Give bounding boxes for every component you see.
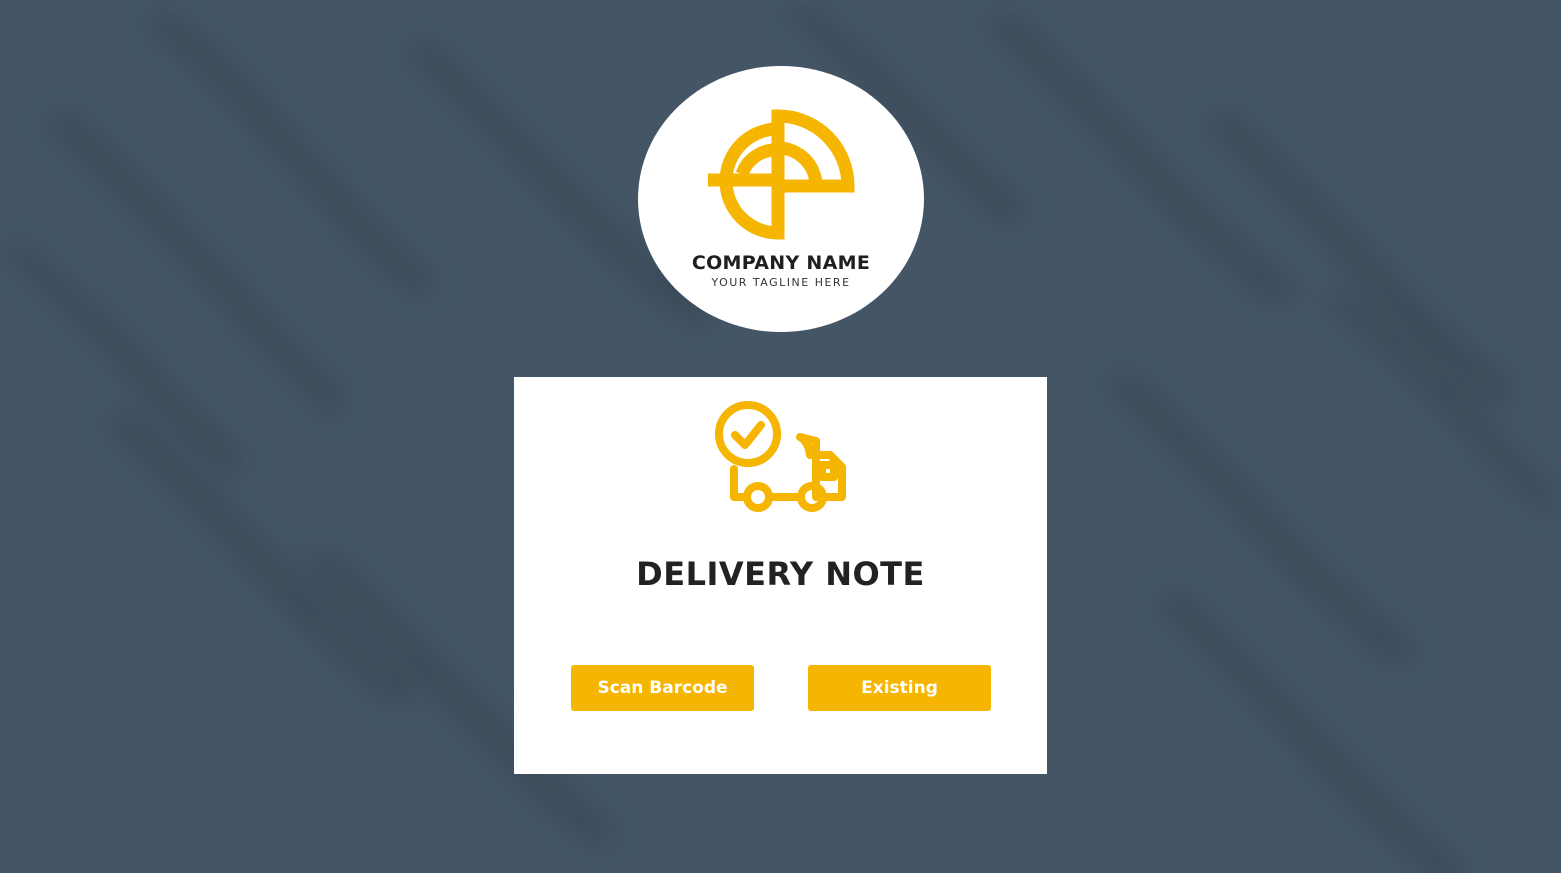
company-tagline: YOUR TAGLINE HERE bbox=[711, 276, 851, 289]
delivery-note-card: DELIVERY NOTE Scan Barcode Existing bbox=[514, 377, 1047, 774]
company-logo: COMPANY NAME YOUR TAGLINE HERE bbox=[638, 66, 924, 332]
delivery-truck-check-icon bbox=[715, 401, 846, 512]
page-title: DELIVERY NOTE bbox=[636, 555, 925, 593]
scan-barcode-button[interactable]: Scan Barcode bbox=[571, 665, 754, 711]
logo-mark-icon bbox=[708, 109, 855, 240]
company-name: COMPANY NAME bbox=[691, 252, 871, 274]
existing-button[interactable]: Existing bbox=[808, 665, 991, 711]
